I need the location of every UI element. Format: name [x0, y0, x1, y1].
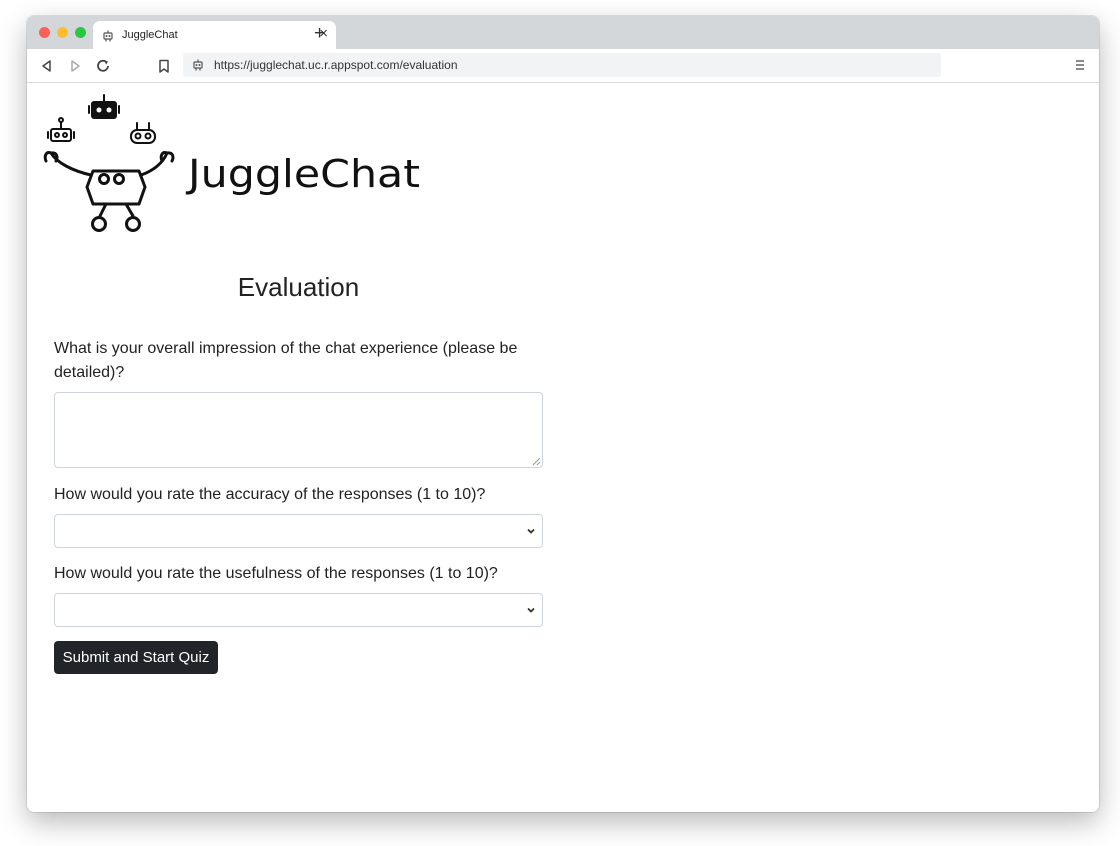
usefulness-select[interactable]: [54, 593, 543, 627]
forward-icon[interactable]: [67, 58, 83, 74]
robot-icon: [103, 30, 113, 42]
robot-icon: [193, 59, 203, 71]
menu-icon[interactable]: [1073, 58, 1087, 72]
url-text: https://jugglechat.uc.r.appspot.com/eval…: [214, 58, 458, 72]
robot-mascot-icon: [43, 151, 175, 232]
chevron-down-icon: [527, 607, 535, 613]
page-title: Evaluation: [237, 272, 360, 302]
juggled-robot-left-icon: [47, 117, 75, 142]
resize-handle-icon[interactable]: [532, 457, 541, 466]
maximize-window-button[interactable]: [75, 27, 86, 38]
tab-jugglechat[interactable]: JuggleChat ×: [93, 21, 336, 49]
back-icon[interactable]: [39, 58, 55, 74]
browser-window: JuggleChat × + https://jugglechat.uc.r.a…: [27, 16, 1099, 812]
tab-bar: JuggleChat × +: [27, 16, 1099, 49]
page-content: JuggleChat Evaluation What is your overa…: [27, 83, 1099, 812]
accuracy-select[interactable]: [54, 514, 543, 548]
close-window-button[interactable]: [39, 27, 50, 38]
chevron-down-icon: [527, 528, 535, 534]
juggled-robot-right-icon: [130, 122, 156, 144]
submit-start-quiz-button[interactable]: Submit and Start Quiz: [54, 641, 218, 674]
tab-title: JuggleChat: [122, 29, 178, 41]
jugglechat-logo: JuggleChat: [43, 94, 420, 232]
bookmark-icon[interactable]: [156, 58, 172, 74]
question-accuracy-label: How would you rate the accuracy of the r…: [54, 486, 486, 503]
address-bar[interactable]: https://jugglechat.uc.r.appspot.com/eval…: [183, 53, 941, 77]
brand-wordmark: JuggleChat: [186, 152, 420, 196]
browser-toolbar: https://jugglechat.uc.r.appspot.com/eval…: [27, 49, 1099, 83]
impression-textarea[interactable]: [54, 392, 543, 468]
new-tab-button[interactable]: +: [314, 24, 325, 44]
reload-icon[interactable]: [95, 58, 111, 74]
minimize-window-button[interactable]: [57, 27, 68, 38]
juggled-robot-top-icon: [88, 94, 120, 119]
question-usefulness-label: How would you rate the usefulness of the…: [54, 565, 498, 582]
question-impression-label: What is your overall impression of the c…: [54, 340, 518, 381]
